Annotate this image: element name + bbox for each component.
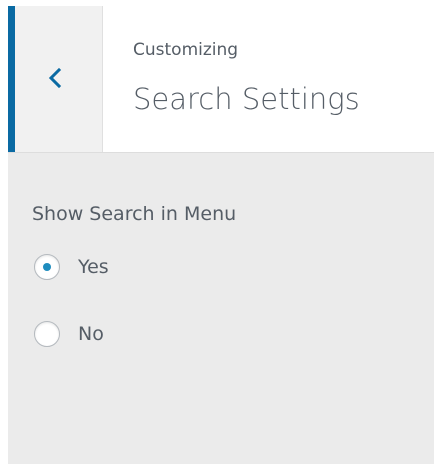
back-button[interactable] — [8, 6, 103, 152]
radio-button-no[interactable] — [34, 321, 60, 347]
customizer-panel: Customizing Search Settings Show Search … — [8, 6, 434, 464]
radio-label-no: No — [78, 323, 104, 345]
panel-subtitle: Customizing — [133, 40, 239, 60]
radio-option-no[interactable]: No — [34, 320, 104, 348]
radio-selected-dot — [43, 263, 51, 271]
radio-button-yes[interactable] — [34, 254, 60, 280]
chevron-left-icon — [46, 66, 64, 90]
panel-title: Search Settings — [133, 82, 360, 116]
radio-option-yes[interactable]: Yes — [34, 253, 109, 281]
panel-header-text: Customizing Search Settings — [133, 6, 433, 152]
back-button-accent — [8, 6, 15, 152]
setting-label: Show Search in Menu — [32, 203, 237, 225]
radio-label-yes: Yes — [78, 256, 109, 278]
show-search-setting: Show Search in Menu Yes No — [32, 203, 422, 347]
panel-header: Customizing Search Settings — [8, 6, 434, 153]
